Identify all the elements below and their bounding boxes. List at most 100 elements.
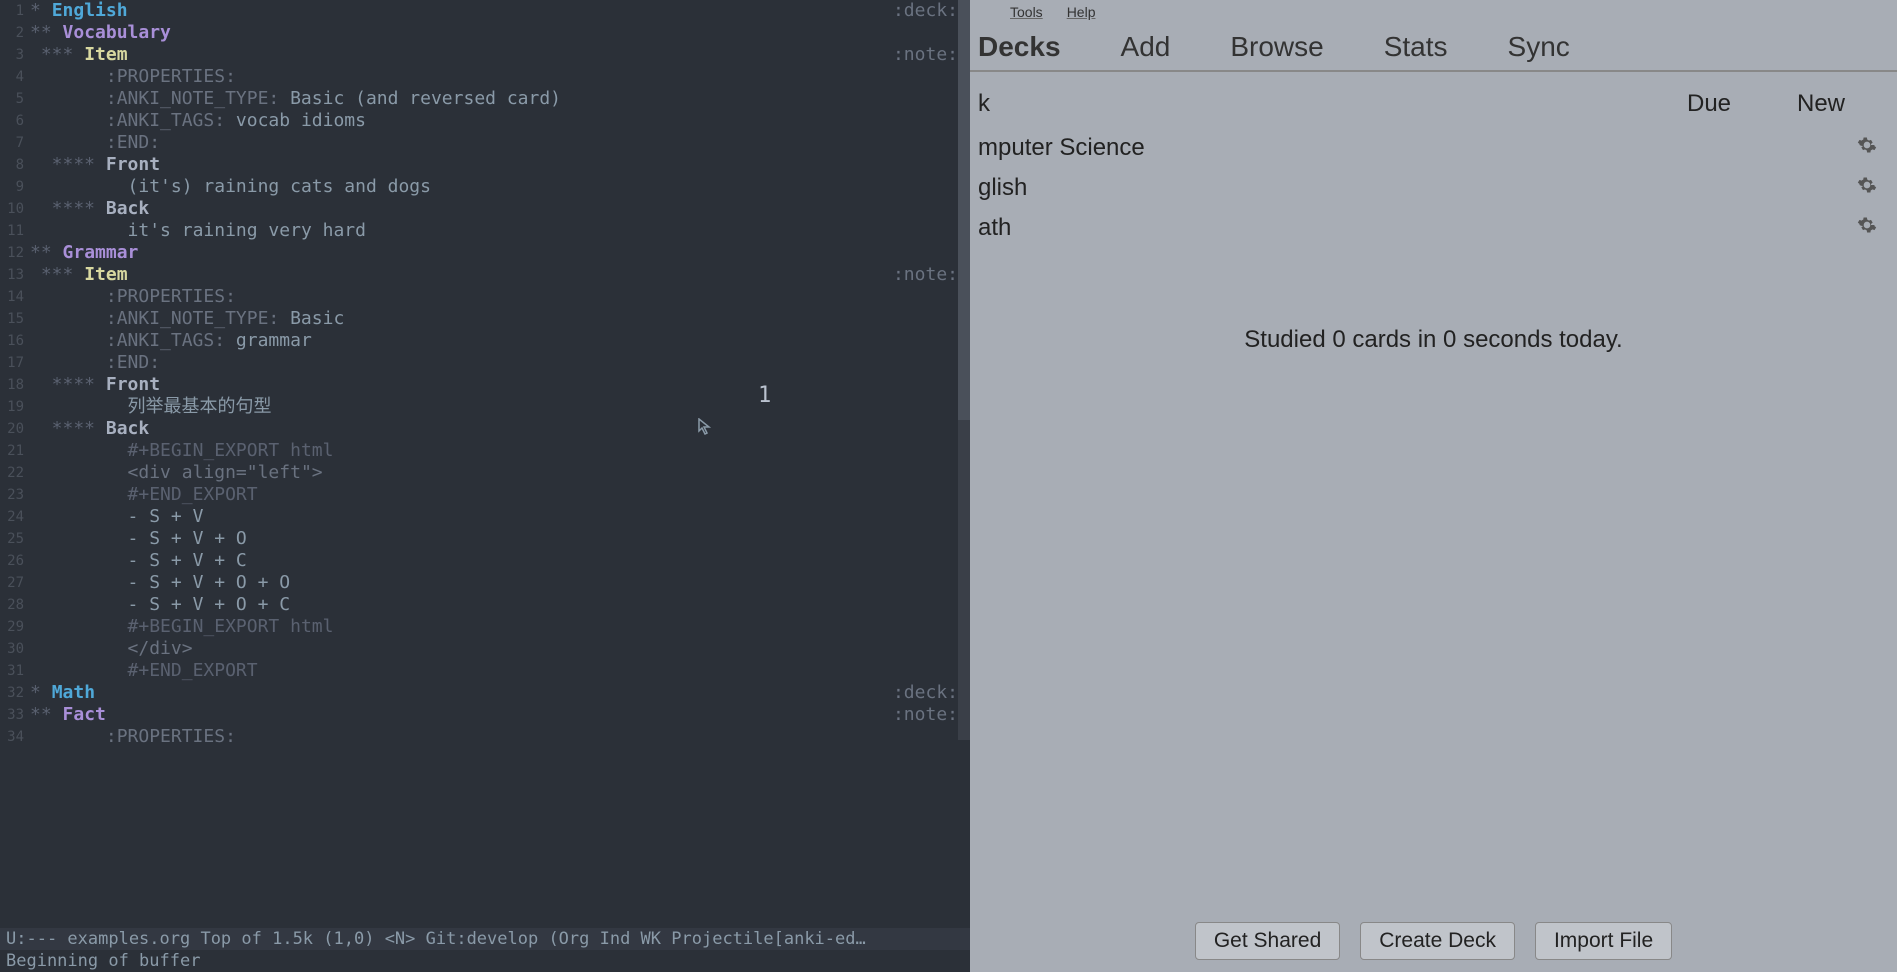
editor-line[interactable]: 3 *** Item:note: <box>0 44 970 66</box>
deck-name[interactable]: mputer Science <box>978 134 1827 162</box>
line-code[interactable]: #+BEGIN_EXPORT html <box>28 440 970 462</box>
editor-line[interactable]: 6 :ANKI_TAGS: vocab idioms <box>0 110 970 132</box>
editor-scrollbar[interactable] <box>958 0 970 740</box>
line-code[interactable]: ** Grammar <box>28 242 970 264</box>
editor-line[interactable]: 34 :PROPERTIES: <box>0 726 970 748</box>
editor-line[interactable]: 29 #+BEGIN_EXPORT html <box>0 616 970 638</box>
editor-line[interactable]: 2** Vocabulary <box>0 22 970 44</box>
line-code[interactable]: (it's) raining cats and dogs <box>28 176 970 198</box>
editor-line[interactable]: 19 列举最基本的句型 <box>0 396 970 418</box>
editor-line[interactable]: 9 (it's) raining cats and dogs <box>0 176 970 198</box>
line-code[interactable]: :ANKI_NOTE_TYPE: Basic <box>28 308 970 330</box>
line-code[interactable]: :END: <box>28 352 970 374</box>
editor-line[interactable]: 20 **** Back <box>0 418 970 440</box>
line-code[interactable]: 列举最基本的句型 <box>28 396 970 418</box>
menu-tools[interactable]: Tools <box>1010 4 1043 20</box>
editor-line[interactable]: 27 - S + V + O + O <box>0 572 970 594</box>
line-code[interactable]: :ANKI_NOTE_TYPE: Basic (and reversed car… <box>28 88 970 110</box>
line-code[interactable]: <div align="left"> <box>28 462 970 484</box>
deck-row[interactable]: ath <box>970 208 1897 248</box>
editor-line[interactable]: 33** Fact:note: <box>0 704 970 726</box>
editor-line[interactable]: 16 :ANKI_TAGS: grammar <box>0 330 970 352</box>
line-code[interactable]: **** Front <box>28 374 970 396</box>
nav-sync[interactable]: Sync <box>1508 31 1570 63</box>
import-file-button[interactable]: Import File <box>1535 922 1672 960</box>
line-number: 18 <box>0 374 28 396</box>
editor-line[interactable]: 26 - S + V + C <box>0 550 970 572</box>
editor-line[interactable]: 8 **** Front <box>0 154 970 176</box>
nav-stats[interactable]: Stats <box>1384 31 1448 63</box>
line-code[interactable]: - S + V <box>28 506 970 528</box>
col-deck: k <box>978 90 1687 118</box>
editor-content[interactable]: 1* English:deck:2** Vocabulary3 *** Item… <box>0 0 970 748</box>
line-code[interactable]: ** Vocabulary <box>28 22 970 44</box>
line-number: 6 <box>0 110 28 132</box>
line-code[interactable]: :PROPERTIES: <box>28 726 970 748</box>
editor-line[interactable]: 4 :PROPERTIES: <box>0 66 970 88</box>
line-number: 11 <box>0 220 28 242</box>
editor-line[interactable]: 30 </div> <box>0 638 970 660</box>
anki-nav: Decks Add Browse Stats Sync <box>970 24 1897 72</box>
editor-line[interactable]: 12** Grammar <box>0 242 970 264</box>
editor-line[interactable]: 28 - S + V + O + C <box>0 594 970 616</box>
editor-line[interactable]: 18 **** Front <box>0 374 970 396</box>
editor-line[interactable]: 17 :END: <box>0 352 970 374</box>
menu-help[interactable]: Help <box>1067 4 1096 20</box>
anki-pane: Tools Help Decks Add Browse Stats Sync k… <box>970 0 1897 972</box>
line-code[interactable]: :ANKI_TAGS: grammar <box>28 330 970 352</box>
editor-line[interactable]: 5 :ANKI_NOTE_TYPE: Basic (and reversed c… <box>0 88 970 110</box>
deck-row[interactable]: glish <box>970 168 1897 208</box>
line-number: 14 <box>0 286 28 308</box>
editor-line[interactable]: 10 **** Back <box>0 198 970 220</box>
line-code[interactable]: **** Front <box>28 154 970 176</box>
gear-icon[interactable] <box>1827 214 1877 242</box>
line-code[interactable]: ** Fact:note: <box>28 704 970 726</box>
nav-browse[interactable]: Browse <box>1230 31 1323 63</box>
deck-name[interactable]: ath <box>978 214 1827 242</box>
line-code[interactable]: - S + V + C <box>28 550 970 572</box>
editor-line[interactable]: 25 - S + V + O <box>0 528 970 550</box>
editor-line[interactable]: 1* English:deck: <box>0 0 970 22</box>
gear-icon[interactable] <box>1827 174 1877 202</box>
nav-decks[interactable]: Decks <box>978 31 1061 63</box>
line-code[interactable]: #+END_EXPORT <box>28 660 970 682</box>
line-code[interactable]: **** Back <box>28 198 970 220</box>
get-shared-button[interactable]: Get Shared <box>1195 922 1340 960</box>
line-code[interactable]: :ANKI_TAGS: vocab idioms <box>28 110 970 132</box>
line-code[interactable]: *** Item:note: <box>28 264 970 286</box>
line-code[interactable]: it's raining very hard <box>28 220 970 242</box>
line-code[interactable]: * Math:deck: <box>28 682 970 704</box>
editor-line[interactable]: 11 it's raining very hard <box>0 220 970 242</box>
create-deck-button[interactable]: Create Deck <box>1360 922 1515 960</box>
line-code[interactable]: :PROPERTIES: <box>28 286 970 308</box>
line-code[interactable]: - S + V + O + O <box>28 572 970 594</box>
editor-line[interactable]: 32* Math:deck: <box>0 682 970 704</box>
gear-icon[interactable] <box>1827 134 1877 162</box>
line-code[interactable]: - S + V + O <box>28 528 970 550</box>
line-code[interactable]: * English:deck: <box>28 0 970 22</box>
line-code[interactable]: </div> <box>28 638 970 660</box>
editor-line[interactable]: 15 :ANKI_NOTE_TYPE: Basic <box>0 308 970 330</box>
line-code[interactable]: :END: <box>28 132 970 154</box>
deck-name[interactable]: glish <box>978 174 1827 202</box>
line-number: 26 <box>0 550 28 572</box>
editor-line[interactable]: 7 :END: <box>0 132 970 154</box>
line-code[interactable]: #+BEGIN_EXPORT html <box>28 616 970 638</box>
editor-line[interactable]: 24 - S + V <box>0 506 970 528</box>
editor-line[interactable]: 22 <div align="left"> <box>0 462 970 484</box>
scroll-thumb[interactable] <box>958 0 970 420</box>
editor-line[interactable]: 23 #+END_EXPORT <box>0 484 970 506</box>
nav-add[interactable]: Add <box>1121 31 1171 63</box>
editor-line[interactable]: 13 *** Item:note: <box>0 264 970 286</box>
line-code[interactable]: **** Back <box>28 418 970 440</box>
line-number: 4 <box>0 66 28 88</box>
line-code[interactable]: - S + V + O + C <box>28 594 970 616</box>
line-code[interactable]: :PROPERTIES: <box>28 66 970 88</box>
line-number: 8 <box>0 154 28 176</box>
deck-row[interactable]: mputer Science <box>970 128 1897 168</box>
line-code[interactable]: #+END_EXPORT <box>28 484 970 506</box>
editor-line[interactable]: 21 #+BEGIN_EXPORT html <box>0 440 970 462</box>
editor-line[interactable]: 31 #+END_EXPORT <box>0 660 970 682</box>
editor-line[interactable]: 14 :PROPERTIES: <box>0 286 970 308</box>
line-code[interactable]: *** Item:note: <box>28 44 970 66</box>
